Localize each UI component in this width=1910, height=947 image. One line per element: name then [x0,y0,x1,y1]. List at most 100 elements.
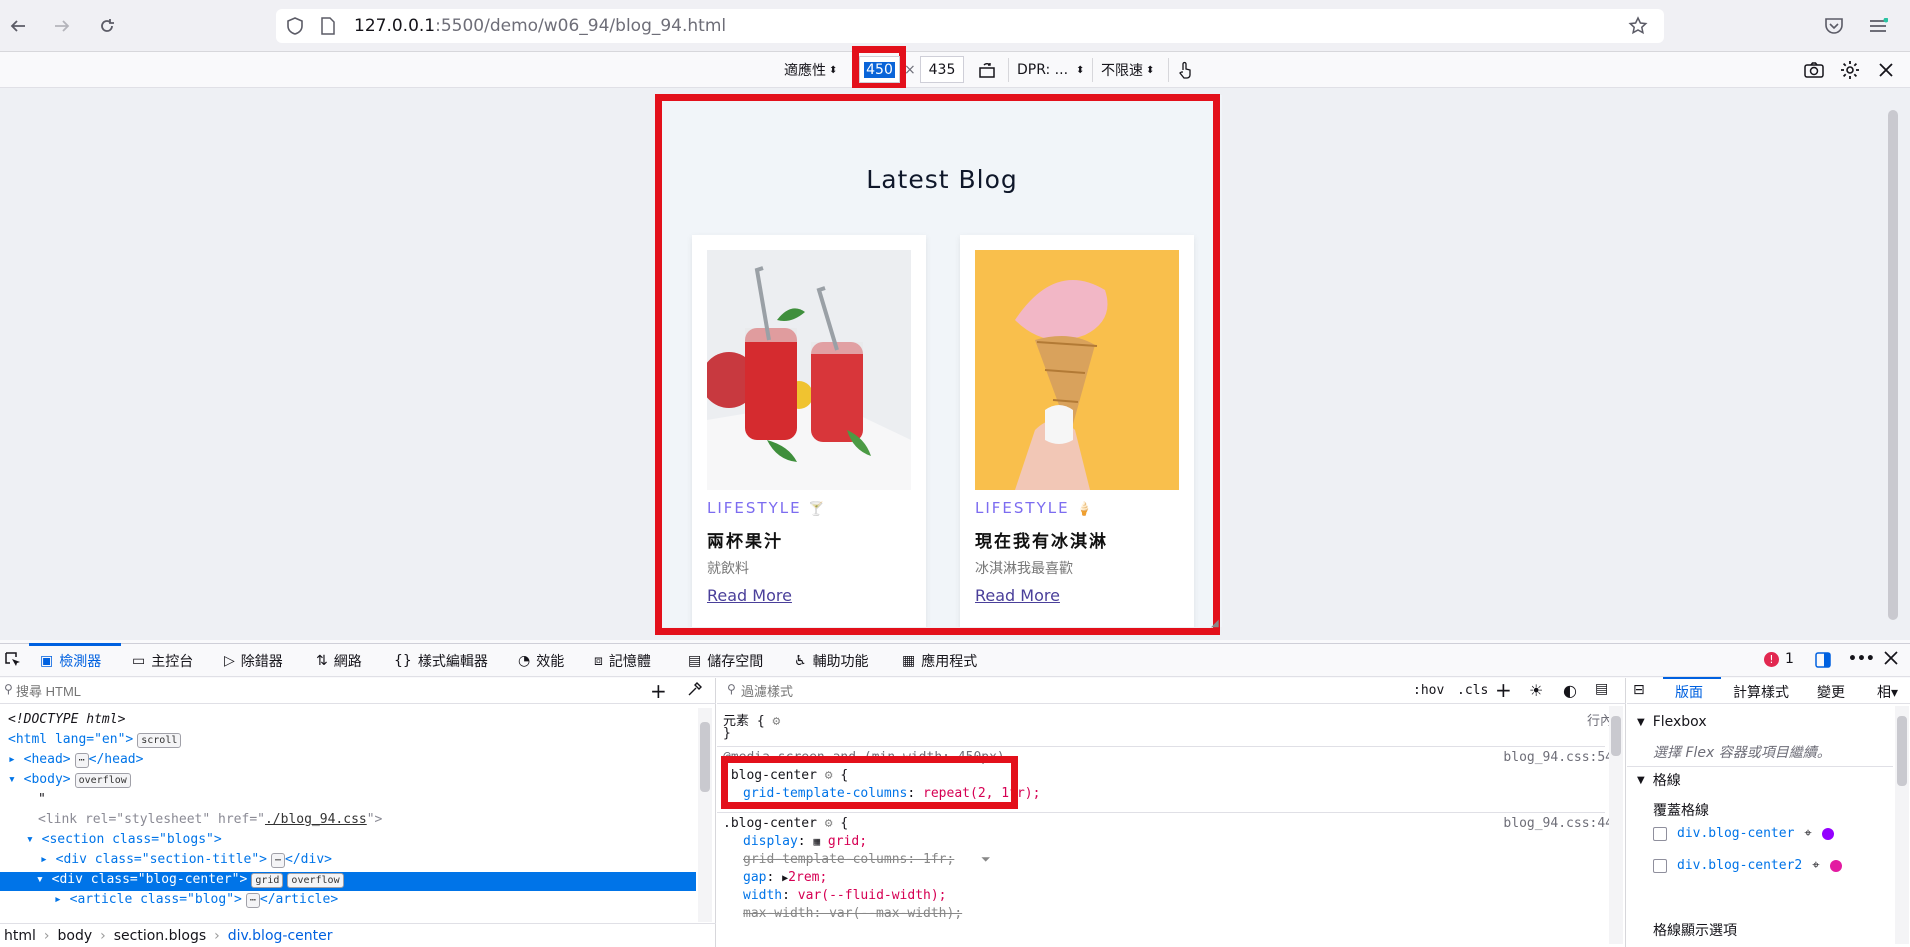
css-declaration-overridden[interactable]: max-width: var(--max-width); [743,906,962,924]
tab-inspector[interactable]: ▣ 檢測器 [40,651,101,671]
tab-accessibility[interactable]: ♿ 輔助功能 [794,651,869,671]
viewport-scrollbar[interactable] [1888,110,1898,620]
element-rule[interactable]: 元素 { ⚙ [723,710,780,729]
target-icon[interactable]: ⌖ [1812,858,1819,873]
css-declaration-overridden[interactable]: grid-template-columns: 1fr; [743,852,954,870]
grid-overlay-checkbox[interactable] [1653,858,1667,873]
chip-icon: ⧈ [594,653,603,669]
tab-network[interactable]: ⇅ 網路 [316,651,362,671]
grid-color-swatch[interactable] [1829,859,1842,872]
close-rdm-icon[interactable] [1878,58,1894,82]
link-node[interactable]: <link rel="stylesheet" href="./blog_94.c… [38,812,382,831]
head-node[interactable]: ▸ <head> ⋯ </head> [8,752,143,771]
light-scheme-icon[interactable]: ☀ [1529,681,1543,700]
css-declaration[interactable]: width: var(--fluid-width); [743,888,947,906]
flexbox-section-header[interactable]: ▼ Flexbox [1637,714,1707,730]
url-text[interactable]: 127.0.0.1:5500/demo/w06_94/blog_94.html [354,16,726,36]
tab-changes[interactable]: 變更 [1817,682,1845,702]
rules-pane: ⚲ :hov .cls + ☀ ◐ ▤ 元素 { ⚙ 行內 } @media s… [717,678,1626,947]
dock-side-icon[interactable] [1814,651,1832,669]
text-node[interactable]: " [38,792,46,811]
back-icon[interactable] [4,12,32,40]
pick-element-icon[interactable] [4,651,22,669]
tab-application[interactable]: ▦ 應用程式 [902,651,977,671]
rules-scrollbar[interactable] [1609,706,1623,944]
dpr-select[interactable]: DPR: ... ⬍ [1008,58,1084,82]
section-title-node[interactable]: ▸ <div class="section-title"> ⋯ </div> [40,852,332,871]
highlight-box [655,94,1220,635]
tab-layout[interactable]: 版面 [1675,682,1703,702]
section-node[interactable]: ▾ <section class="blogs"> [26,832,222,851]
breadcrumb-div[interactable]: div.blog-center [228,928,333,944]
breadcrumb-section[interactable]: section.blogs [114,928,206,944]
css-declaration[interactable]: gap: ▶2rem; [743,870,827,888]
search-icon: ⚲ [4,682,13,696]
blog-center-node[interactable]: ▾ <div class="blog-center"> grid overflow [0,872,696,891]
throttle-select[interactable]: 不限速 ⬍ [1092,58,1154,82]
tab-style-editor[interactable]: {} 樣式編輯器 [394,651,488,671]
breadcrumb-body[interactable]: body [58,928,93,944]
sidebar-toggle-icon[interactable]: ⊟ [1633,682,1645,698]
add-rule-icon[interactable]: + [1495,678,1512,702]
tab-console[interactable]: ▭ 主控台 [132,651,193,671]
article-node[interactable]: ▸ <article class="blog"> ⋯ </article> [54,892,338,911]
dark-scheme-icon[interactable]: ◐ [1563,681,1577,700]
markup-pane: ⚲ + <!DOCTYPE html> <html lang="en">scro… [0,678,716,947]
rule-source-link[interactable]: blog_94.css:54 [1503,750,1613,765]
cls-toggle[interactable]: .cls [1457,683,1488,698]
print-media-icon[interactable]: ▤ [1595,681,1608,697]
filter-icon[interactable]: ⏷ [981,852,991,867]
layout-scrollbar[interactable] [1895,706,1909,944]
debugger-icon: ▷ [224,653,235,669]
rotate-icon[interactable] [978,58,996,82]
hov-toggle[interactable]: :hov [1413,683,1444,698]
pocket-icon[interactable] [1820,12,1848,40]
breadcrumb-html[interactable]: html [4,928,36,944]
url-bar[interactable]: 127.0.0.1:5500/demo/w06_94/blog_94.html [276,9,1664,43]
screenshot-icon[interactable] [1804,58,1824,82]
html-node[interactable]: <html lang="en"> scroll [8,732,182,751]
styles-filter-input[interactable] [741,681,1221,701]
add-node-icon[interactable]: + [650,679,667,703]
breadcrumb: html › body › section.blogs › div.blog-cent… [0,923,716,947]
grid-overlay-checkbox[interactable] [1653,826,1667,841]
tab-computed[interactable]: 計算樣式 [1733,682,1789,702]
close-devtools-icon[interactable] [1884,651,1898,665]
forward-icon[interactable] [48,12,76,40]
eyedropper-icon[interactable] [686,682,702,702]
grid-apps-icon: ▦ [902,653,916,669]
settings-gear-icon[interactable] [1840,58,1860,82]
doctype-node[interactable]: <!DOCTYPE html> [8,712,125,731]
html-search-input[interactable] [16,681,616,701]
tab-performance[interactable]: ◔ 效能 [518,651,564,671]
accessibility-icon: ♿ [794,653,807,669]
error-count[interactable]: ! 1 [1764,651,1794,667]
resize-handle[interactable]: ◢ [1211,618,1219,629]
grid-overlay-item[interactable]: div.blog-center2 ⌖ [1653,858,1842,873]
grid-section-header[interactable]: ▼ 格線 [1637,770,1681,790]
touch-simulation-icon[interactable] [1168,58,1193,82]
grid-color-swatch[interactable] [1821,827,1834,840]
width-input[interactable]: 450 [859,56,900,83]
css-declaration[interactable]: display: ▦ grid; [743,834,867,852]
page-icon[interactable] [320,17,336,39]
rule-source-link[interactable]: blog_94.css:44 [1503,816,1613,831]
browser-toolbar: 127.0.0.1:5500/demo/w06_94/blog_94.html [0,0,1910,52]
markup-scrollbar[interactable] [698,708,712,922]
device-select[interactable]: 適應性 ⬍ [784,58,837,82]
gauge-icon: ◔ [518,653,531,669]
tab-more[interactable]: 相▾ [1877,682,1898,702]
height-input[interactable]: 435 [920,56,964,83]
tab-debugger[interactable]: ▷ 除錯器 [224,651,283,671]
tab-memory[interactable]: ⧈ 記憶體 [594,651,651,671]
body-node[interactable]: ▾ <body> overflow [8,772,131,791]
shield-icon[interactable] [286,17,304,39]
rule-selector[interactable]: .blog-center ⚙ { [723,816,848,834]
reload-icon[interactable] [93,12,121,40]
bookmark-star-icon[interactable] [1628,16,1648,40]
more-options-icon[interactable]: ••• [1848,651,1875,667]
tab-storage[interactable]: ▤ 儲存空間 [688,651,763,671]
target-icon[interactable]: ⌖ [1804,826,1811,841]
grid-overlay-item[interactable]: div.blog-center ⌖ [1653,826,1834,841]
menu-icon[interactable] [1864,12,1892,40]
